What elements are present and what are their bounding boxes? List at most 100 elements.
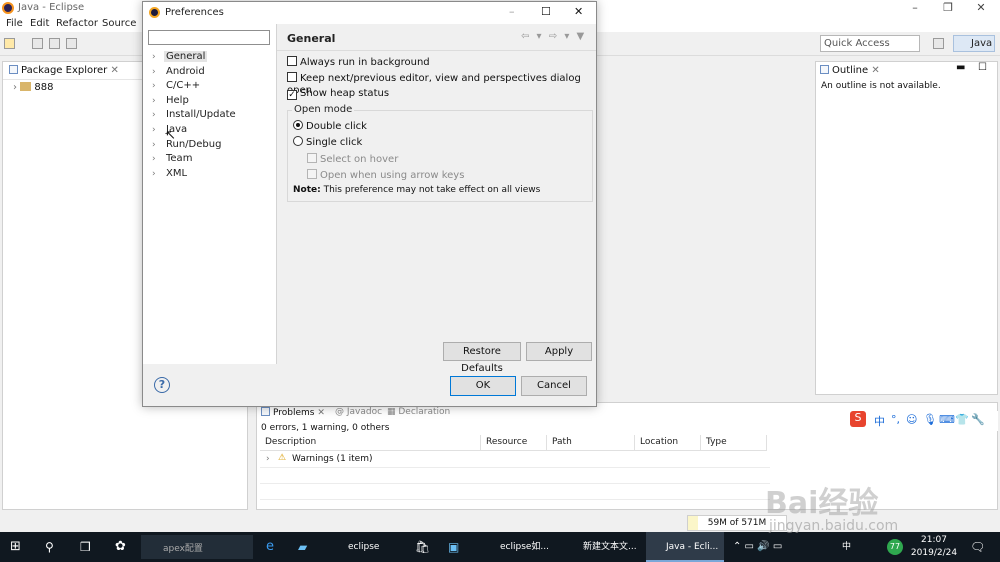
new-icon[interactable] — [4, 38, 15, 49]
double-click-radio[interactable]: Double click — [293, 120, 367, 133]
chevron-right-icon[interactable]: › — [152, 94, 164, 108]
taskbar-clock[interactable]: 21:07 2019/2/24 — [905, 534, 963, 560]
chevron-right-icon[interactable]: › — [152, 152, 164, 166]
chevron-right-icon[interactable]: › — [152, 108, 164, 122]
tree-item-install-update[interactable]: › Install/Update — [152, 108, 272, 123]
restore-defaults-button[interactable]: Restore Defaults — [443, 342, 521, 374]
save-all-icon[interactable] — [49, 38, 60, 49]
apply-button[interactable]: Apply — [526, 342, 592, 361]
tree-item-help[interactable]: › Help — [152, 94, 272, 109]
col-path[interactable]: Path — [547, 435, 635, 451]
always-run-bg-checkbox[interactable]: Always run in background — [287, 56, 430, 69]
warning-icon: ⚠ — [278, 453, 287, 463]
watermark-url: jingyan.baidu.com — [769, 518, 899, 534]
close-icon[interactable]: ✕ — [964, 0, 998, 16]
heap-fill — [688, 516, 698, 530]
open-perspective-icon[interactable] — [933, 38, 944, 49]
cancel-button[interactable]: Cancel — [521, 376, 587, 396]
dialog-maximize-icon[interactable]: ☐ — [541, 5, 551, 18]
taskbar-item-eclipse[interactable]: eclipse — [330, 532, 408, 562]
package-explorer-tab[interactable]: Package Explorer ✕ — [9, 65, 119, 76]
minimize-icon[interactable]: – — [898, 0, 932, 16]
select-on-hover-checkbox[interactable]: Select on hover — [307, 153, 398, 166]
ime-skin-icon[interactable]: 👕 — [955, 413, 969, 426]
chevron-right-icon[interactable]: › — [152, 123, 164, 137]
windows-start-icon[interactable]: ⊞ — [10, 532, 26, 562]
tree-item-c-c-[interactable]: › C/C++ — [152, 79, 272, 94]
problems-icon — [261, 407, 270, 416]
taskbar-item-notepad[interactable]: 新建文本文... — [563, 532, 641, 562]
app-fan-icon[interactable]: ✿ — [115, 532, 131, 562]
filter-input[interactable] — [148, 30, 270, 45]
project-item[interactable]: › 888 — [13, 82, 53, 93]
ime-punct[interactable]: °, — [891, 413, 900, 426]
open-arrow-keys-checkbox[interactable]: Open when using arrow keys — [307, 169, 464, 182]
table-row — [260, 468, 770, 484]
ime-tools-icon[interactable]: 🔧 — [971, 413, 985, 426]
ok-button[interactable]: OK — [450, 376, 516, 396]
store-icon[interactable]: 🛍 — [415, 532, 431, 562]
app-icon[interactable]: ▰ — [298, 532, 314, 562]
taskbar-search-input[interactable]: apex配置 — [141, 535, 253, 559]
table-row[interactable]: › ⚠ Warnings (1 item) — [260, 452, 770, 468]
col-resource[interactable]: Resource — [481, 435, 547, 451]
single-click-radio[interactable]: Single click — [293, 136, 362, 149]
taskbar: ⊞ ⚲ ❒ ✿ apex配置 e ▰ eclipse 🛍 ▣ eclipse如.… — [0, 532, 1000, 562]
outline-minimize-icon[interactable]: ▬ — [956, 62, 965, 73]
tray-badge[interactable]: 77 — [887, 539, 903, 555]
menu-edit[interactable]: Edit — [30, 18, 49, 29]
divider — [277, 50, 596, 51]
quick-access-input[interactable]: Quick Access — [820, 35, 920, 52]
task-view-icon[interactable]: ❒ — [80, 532, 96, 562]
package-icon — [9, 65, 18, 74]
outline-tab[interactable]: Outline ✕ — [820, 65, 880, 76]
edge-icon[interactable]: e — [266, 532, 282, 562]
app-title: Java - Eclipse — [18, 2, 85, 13]
tab-declaration[interactable]: ▦ Declaration — [387, 407, 450, 417]
notification-icon[interactable]: 🗨 — [970, 532, 986, 562]
tree-item-general[interactable]: › General — [152, 50, 272, 65]
dialog-minimize-icon[interactable]: – — [509, 5, 515, 18]
menu-file[interactable]: File — [6, 18, 23, 29]
chevron-right-icon[interactable]: › — [152, 167, 164, 181]
ime-lang[interactable]: 中 — [874, 413, 885, 429]
dialog-close-icon[interactable]: ✕ — [574, 5, 583, 18]
menu-source[interactable]: Source — [102, 18, 136, 29]
tree-item-team[interactable]: › Team — [152, 152, 272, 167]
java-perspective-button[interactable]: Java — [953, 35, 995, 52]
tray-lang[interactable]: 中 — [842, 532, 856, 562]
ime-mic-icon[interactable]: 🎙 — [923, 413, 937, 426]
col-description[interactable]: Description — [260, 435, 481, 451]
col-location[interactable]: Location — [635, 435, 701, 451]
eclipse-logo-icon — [2, 2, 14, 14]
maximize-icon[interactable]: ❐ — [931, 0, 965, 16]
tray-icons[interactable]: ⌃ ▭ 🔊 ▭ — [733, 532, 793, 562]
taskbar-item-java-eclipse[interactable]: Java - Ecli... — [646, 532, 724, 562]
tab-problems[interactable]: Problems ✕ — [261, 407, 325, 418]
ime-emoji-icon[interactable]: ☺ — [906, 413, 917, 426]
tree-item-android[interactable]: › Android — [152, 65, 272, 80]
show-heap-checkbox[interactable]: ✓ Show heap status — [287, 88, 389, 100]
outline-maximize-icon[interactable]: ☐ — [978, 62, 987, 73]
chevron-right-icon[interactable]: › — [152, 138, 164, 152]
tree-item-xml[interactable]: › XML — [152, 167, 272, 182]
chevron-right-icon[interactable]: › — [152, 50, 164, 64]
menu-refactor[interactable]: Refactor — [56, 18, 98, 29]
search-icon[interactable]: ⚲ — [45, 532, 61, 562]
dialog-footer: ? OK Cancel — [143, 364, 596, 406]
ime-keyboard-icon[interactable]: ⌨ — [939, 413, 955, 426]
taskbar-item-eclipse-howto[interactable]: eclipse如... — [480, 532, 558, 562]
dialog-title-bar: Preferences – ☐ ✕ — [143, 2, 596, 24]
save-icon[interactable] — [32, 38, 43, 49]
chevron-right-icon[interactable]: › — [152, 65, 164, 79]
col-type[interactable]: Type — [701, 435, 767, 451]
outline-message: An outline is not available. — [821, 81, 941, 91]
outline-view: Outline ✕ ▬ ☐ An outline is not availabl… — [815, 61, 998, 395]
problems-table: Description Resource Path Location Type … — [260, 435, 996, 509]
chevron-right-icon[interactable]: › — [152, 79, 164, 93]
tab-javadoc[interactable]: @ Javadoc — [335, 407, 382, 417]
history-nav-icon[interactable]: ⇦ ▾ ⇨ ▾ ▼ — [521, 31, 586, 42]
print-icon[interactable] — [66, 38, 77, 49]
app-icon[interactable]: ▣ — [448, 532, 464, 562]
help-icon[interactable]: ? — [154, 377, 170, 393]
